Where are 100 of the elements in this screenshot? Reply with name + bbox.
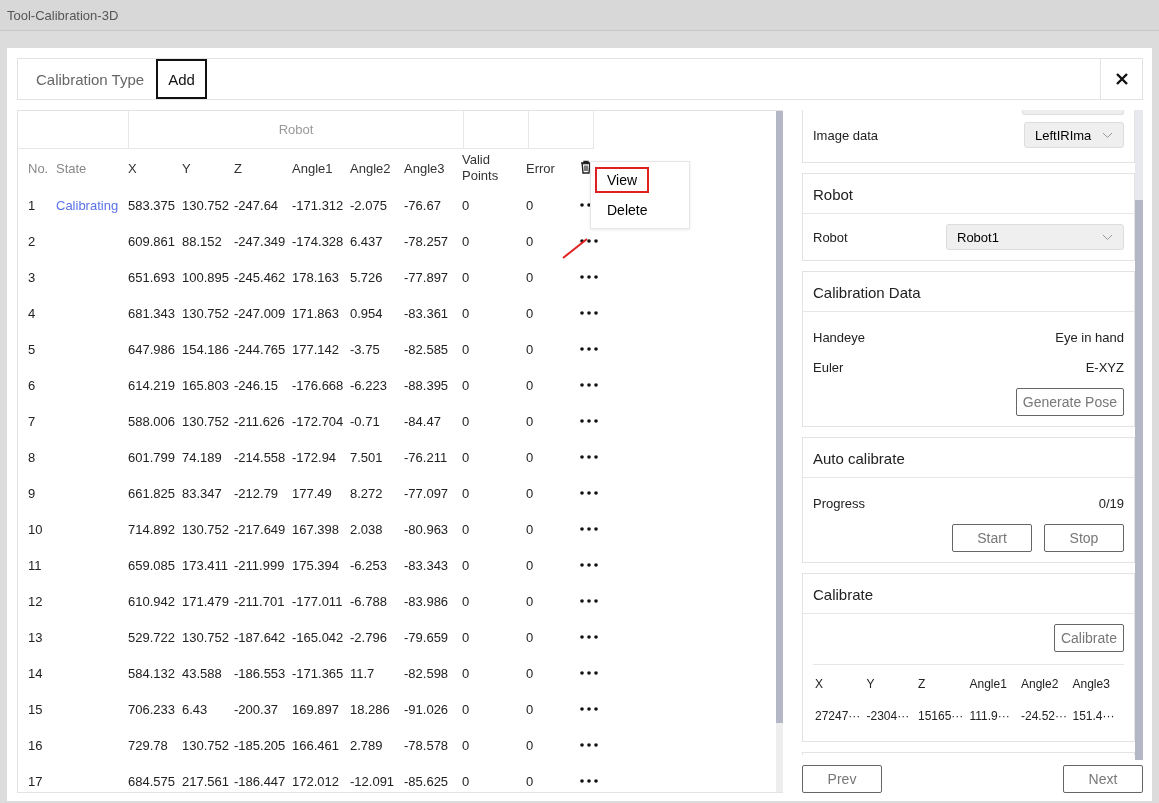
table-cell-text: 0 bbox=[526, 413, 535, 429]
table-cell-text: -244.765 bbox=[234, 341, 287, 357]
table-cell-text: 175.394 bbox=[292, 557, 340, 573]
table-cell-text: 0 bbox=[526, 269, 535, 285]
table-cell-text: 0 bbox=[462, 305, 471, 321]
table-cell-text: 0 bbox=[462, 341, 471, 357]
action-button[interactable]: Start bbox=[952, 524, 1032, 552]
table-cell-text: -85.625 bbox=[404, 773, 450, 789]
table-cell-text: 0 bbox=[526, 737, 535, 753]
menu-item[interactable]: View bbox=[595, 167, 650, 193]
table-cell-text: 0 bbox=[462, 629, 471, 645]
table-cell-text: 714.892 bbox=[128, 521, 176, 537]
table-cell-text: 2.789 bbox=[350, 737, 384, 753]
table-cell-text: 171.479 bbox=[182, 593, 230, 609]
table-cell-text: 529.722 bbox=[128, 629, 176, 645]
table-cell-text: 0 bbox=[462, 593, 471, 609]
section-title: Calibration Data bbox=[803, 272, 1134, 312]
table-cell-text: -200.37 bbox=[234, 701, 280, 717]
table-cell-text: -247.009 bbox=[234, 305, 287, 321]
field-label: Handeye bbox=[813, 329, 866, 345]
table-cell-text: 584.132 bbox=[128, 665, 176, 681]
table-cell-text: -2304··· bbox=[866, 709, 911, 723]
table-cell-text: 0 bbox=[462, 413, 471, 429]
table-cell-text: 0 bbox=[462, 377, 471, 393]
table-cell-text: -6.788 bbox=[350, 593, 388, 609]
column-header: Z bbox=[234, 160, 243, 176]
table-cell-text: 3 bbox=[28, 269, 37, 285]
table-cell-text: 0 bbox=[526, 593, 535, 609]
column-header: Error bbox=[526, 160, 556, 176]
table-cell-text: 0 bbox=[526, 377, 535, 393]
table-cell-text: 13 bbox=[28, 629, 44, 645]
table-cell-text: -76.67 bbox=[404, 197, 442, 213]
table-cell-text: 647.986 bbox=[128, 341, 176, 357]
action-button[interactable]: Stop bbox=[1044, 524, 1124, 552]
table-cell-text: 601.799 bbox=[128, 449, 176, 465]
table-cell-text: -3.75 bbox=[350, 341, 381, 357]
table-cell-text: -186.553 bbox=[234, 665, 287, 681]
table-cell-text: -171.365 bbox=[292, 665, 345, 681]
table-cell-text: 7.501 bbox=[350, 449, 384, 465]
column-header: No. bbox=[28, 160, 50, 176]
column-header: State bbox=[56, 160, 88, 176]
table-cell-text: 0 bbox=[526, 449, 535, 465]
table-cell-text: -187.642 bbox=[234, 629, 287, 645]
table-cell-text: -246.15 bbox=[234, 377, 280, 393]
table-cell-text: 0 bbox=[526, 521, 535, 537]
column-header: Y bbox=[866, 677, 876, 691]
calibrate-button[interactable]: Calibrate bbox=[1053, 624, 1124, 652]
progress-value: 0/19 bbox=[1098, 495, 1124, 511]
prev-button[interactable]: Prev bbox=[802, 765, 882, 793]
table-cell-text: 10 bbox=[28, 521, 44, 537]
table-cell-text: 0 bbox=[462, 557, 471, 573]
table-cell-text: 0 bbox=[526, 233, 535, 249]
table-cell-text: 651.693 bbox=[128, 269, 176, 285]
table-cell-text: -165.042 bbox=[292, 629, 345, 645]
table-cell-text: 74.189 bbox=[182, 449, 223, 465]
table-cell-text: 0 bbox=[462, 269, 471, 285]
menu-item[interactable]: Delete bbox=[595, 197, 660, 223]
table-cell-text: 0 bbox=[462, 521, 471, 537]
table-cell-text: 6.437 bbox=[350, 233, 384, 249]
generate-pose-button[interactable]: Generate Pose bbox=[1015, 388, 1124, 416]
table-cell-text: -6.253 bbox=[350, 557, 388, 573]
table-cell-text: 6 bbox=[28, 377, 37, 393]
column-header: Angle2 bbox=[1021, 677, 1060, 691]
table-cell-text: -88.395 bbox=[404, 377, 450, 393]
table-cell-text: 706.233 bbox=[128, 701, 176, 717]
table-cell-text: 43.588 bbox=[182, 665, 223, 681]
table-cell-text: 659.085 bbox=[128, 557, 176, 573]
table-cell-text: 11 bbox=[28, 557, 43, 573]
table-cell-text: 0 bbox=[462, 737, 471, 753]
column-header: Angle1 bbox=[969, 677, 1008, 691]
table-cell-text: -83.343 bbox=[404, 557, 450, 573]
image-data-dropdown[interactable]: LeftIRIma bbox=[1024, 122, 1124, 148]
table-cell-text: 614.219 bbox=[128, 377, 176, 393]
state-label: Calibrating bbox=[56, 197, 120, 213]
table-cell-text: 610.942 bbox=[128, 593, 176, 609]
table-cell-text: -12.091 bbox=[350, 773, 396, 789]
table-cell-text: -185.205 bbox=[234, 737, 287, 753]
table-cell-text: -2.075 bbox=[350, 197, 388, 213]
tab[interactable]: Add bbox=[156, 59, 207, 99]
table-cell-text: 100.895 bbox=[182, 269, 230, 285]
table-cell-text: -78.257 bbox=[404, 233, 450, 249]
column-header: Z bbox=[918, 677, 927, 691]
table-cell-text: -186.447 bbox=[234, 773, 287, 789]
table-cell-text: -91.026 bbox=[404, 701, 450, 717]
table-cell-text: 0 bbox=[526, 773, 535, 789]
table-cell-text: -214.558 bbox=[234, 449, 287, 465]
table-cell-text: 17 bbox=[28, 773, 44, 789]
table-cell-text: 171.863 bbox=[292, 305, 340, 321]
tab[interactable]: Calibration Type bbox=[24, 59, 157, 99]
robot-dropdown[interactable]: Robot1 bbox=[946, 224, 1124, 250]
table-cell-text: 130.752 bbox=[182, 629, 230, 645]
table-cell-text: 0 bbox=[462, 665, 471, 681]
table-cell-text: -77.097 bbox=[404, 485, 450, 501]
table-cell-text: -82.585 bbox=[404, 341, 450, 357]
next-button[interactable]: Next bbox=[1063, 765, 1143, 793]
table-cell-text: -6.223 bbox=[350, 377, 388, 393]
field-value: E-XYZ bbox=[1085, 359, 1124, 375]
table-cell-text: 0 bbox=[526, 197, 535, 213]
table-cell-text: -247.64 bbox=[234, 197, 280, 213]
table-cell-text: -83.361 bbox=[404, 305, 450, 321]
